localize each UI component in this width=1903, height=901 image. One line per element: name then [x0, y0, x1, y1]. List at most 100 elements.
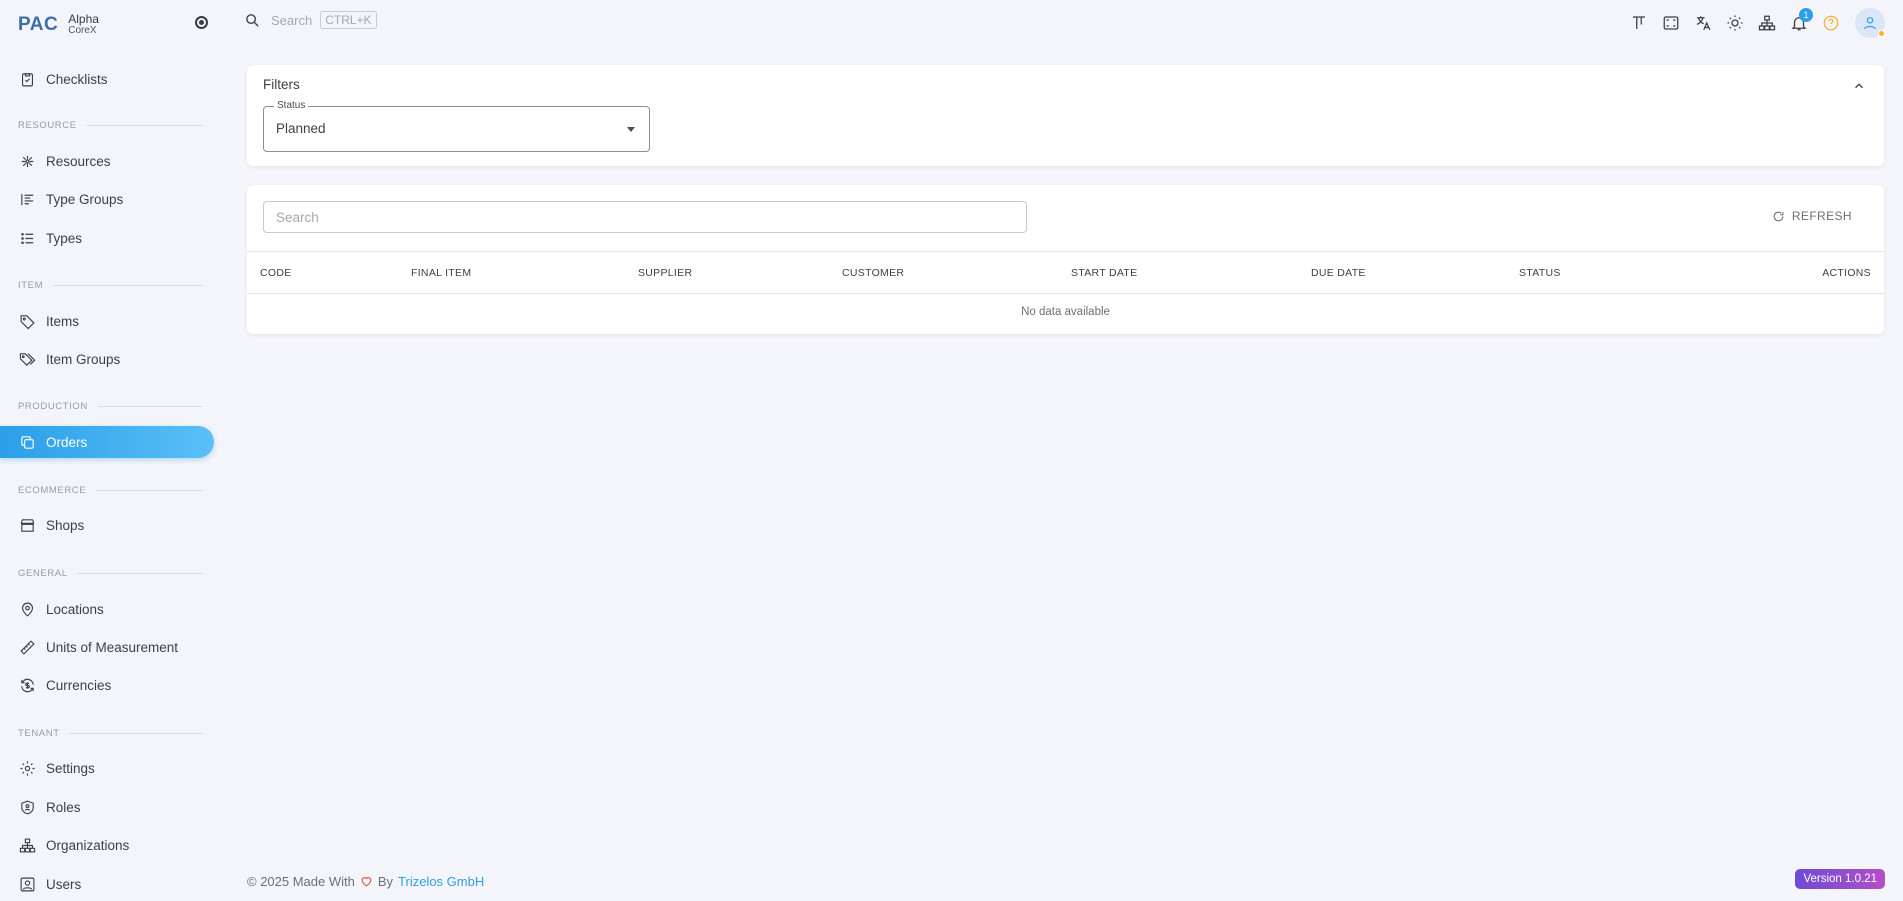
empty-state: No data available	[1021, 306, 1110, 318]
refresh-button[interactable]: REFRESH	[1772, 209, 1852, 223]
sidebar-item-types[interactable]: Types	[0, 222, 214, 254]
status-label: Status	[274, 100, 309, 111]
translate-icon[interactable]	[1687, 10, 1719, 36]
text-size-icon[interactable]	[1623, 10, 1655, 36]
version-badge: Version 1.0.21	[1795, 869, 1885, 889]
resources-icon	[19, 153, 36, 170]
sidebar-item-label: Orders	[46, 434, 88, 450]
sidebar-item-label: Roles	[46, 799, 81, 815]
brand-logo: PAC	[18, 14, 59, 35]
pin-sidebar-icon[interactable]	[195, 16, 208, 29]
sidebar-item-label: Shops	[46, 517, 85, 533]
help-icon[interactable]	[1815, 10, 1847, 36]
map-pin-icon	[19, 601, 36, 618]
sitemap-icon	[19, 837, 36, 854]
caret-down-icon	[627, 127, 635, 132]
sidebar-item-label: Units of Measurement	[46, 639, 179, 655]
sidebar-item-label: Resources	[46, 153, 111, 169]
store-icon	[19, 517, 36, 534]
sidebar-item-label: Settings	[46, 760, 95, 776]
sidebar-item-orders[interactable]: Orders	[0, 426, 214, 458]
section-production: PRODUCTION	[18, 400, 202, 412]
status-value: Planned	[276, 121, 326, 136]
sidebar: PAC Alpha CoreX Checklists RESOURCE Reso…	[0, 0, 218, 901]
fullscreen-icon[interactable]	[1655, 10, 1687, 36]
column-header-actions: ACTIONS	[1822, 267, 1871, 279]
refresh-icon	[1773, 211, 1784, 221]
tags-icon	[19, 351, 36, 368]
search-icon	[246, 13, 259, 27]
sidebar-item-currencies[interactable]: Currencies	[0, 669, 214, 701]
sitemap-icon[interactable]	[1751, 10, 1783, 36]
align-left-icon	[19, 191, 36, 208]
sidebar-item-label: Users	[46, 876, 82, 892]
shield-user-icon	[19, 799, 36, 816]
sidebar-item-checklists[interactable]: Checklists	[0, 63, 214, 95]
heart-icon	[360, 875, 373, 888]
sidebar-item-label: Item Groups	[46, 351, 121, 367]
company-link[interactable]: Trizelos GmbH	[398, 874, 484, 889]
chevron-up-icon[interactable]	[1852, 79, 1866, 93]
tag-icon	[19, 313, 36, 330]
sidebar-item-label: Currencies	[46, 677, 112, 693]
sidebar-item-resources[interactable]: Resources	[0, 145, 214, 177]
topbar-actions: 1	[1623, 8, 1885, 38]
topbar: Search CTRL+K 1	[240, 0, 1903, 42]
sidebar-item-locations[interactable]: Locations	[0, 593, 214, 625]
column-header-due-date[interactable]: DUE DATE	[1311, 267, 1366, 279]
filters-title: Filters	[263, 77, 300, 92]
avatar[interactable]	[1855, 8, 1885, 38]
section-tenant: TENANT	[18, 727, 202, 739]
section-ecommerce: ECOMMERCE	[18, 484, 202, 496]
footer: © 2025 Made With By Trizelos GmbH	[247, 874, 484, 889]
sidebar-item-type-groups[interactable]: Type Groups	[0, 183, 214, 215]
footer-copyright: © 2025 Made With	[247, 874, 355, 889]
column-header-start-date[interactable]: START DATE	[1071, 267, 1137, 279]
sidebar-item-users[interactable]: Users	[0, 868, 214, 900]
filters-card: Filters Status Planned	[247, 65, 1884, 166]
user-icon	[1864, 17, 1876, 30]
refresh-label: REFRESH	[1791, 209, 1852, 223]
column-header-code[interactable]: CODE	[260, 267, 292, 279]
sidebar-item-units[interactable]: Units of Measurement	[0, 631, 214, 663]
clipboard-check-icon	[19, 71, 36, 88]
global-search-trigger[interactable]: Search CTRL+K	[244, 11, 377, 29]
column-header-status[interactable]: STATUS	[1519, 267, 1561, 279]
user-card-icon	[19, 876, 36, 893]
list-icon	[19, 230, 36, 247]
section-resource: RESOURCE	[18, 119, 202, 131]
table-search-input[interactable]	[263, 201, 1027, 233]
section-item: ITEM	[18, 279, 202, 291]
footer-by: By	[377, 874, 394, 889]
sidebar-item-items[interactable]: Items	[0, 305, 214, 337]
column-header-final-item[interactable]: FINAL ITEM	[411, 267, 471, 279]
sidebar-item-label: Locations	[46, 601, 104, 617]
sidebar-item-item-groups[interactable]: Item Groups	[0, 343, 214, 375]
search-shortcut: CTRL+K	[320, 11, 377, 29]
status-select[interactable]: Status Planned	[263, 100, 650, 152]
sidebar-item-organizations[interactable]: Organizations	[0, 829, 214, 861]
sidebar-item-settings[interactable]: Settings	[0, 752, 214, 784]
ruler-icon	[19, 639, 36, 656]
orders-table-card: REFRESH CODE FINAL ITEM SUPPLIER CUSTOME…	[247, 185, 1884, 334]
column-header-customer[interactable]: CUSTOMER	[842, 267, 904, 279]
table-header: CODE FINAL ITEM SUPPLIER CUSTOMER START …	[247, 251, 1884, 294]
notification-badge: 1	[1799, 8, 1813, 22]
brand[interactable]: PAC Alpha CoreX	[18, 10, 99, 40]
sidebar-item-label: Organizations	[46, 837, 130, 853]
sidebar-item-label: Checklists	[46, 71, 108, 87]
column-header-supplier[interactable]: SUPPLIER	[638, 267, 692, 279]
currency-exchange-icon	[19, 677, 36, 694]
gear-icon	[19, 760, 36, 777]
brand-subtitle: CoreX	[68, 25, 97, 36]
sidebar-item-label: Items	[46, 313, 80, 329]
sidebar-item-shops[interactable]: Shops	[0, 509, 214, 541]
status-dot	[1878, 30, 1885, 37]
orders-icon	[19, 434, 36, 451]
section-general: GENERAL	[18, 567, 202, 579]
notifications-button[interactable]: 1	[1783, 8, 1815, 36]
sidebar-item-roles[interactable]: Roles	[0, 791, 214, 823]
search-label: Search	[271, 12, 313, 28]
brand-title: Alpha	[68, 12, 99, 26]
sun-icon[interactable]	[1719, 10, 1751, 36]
